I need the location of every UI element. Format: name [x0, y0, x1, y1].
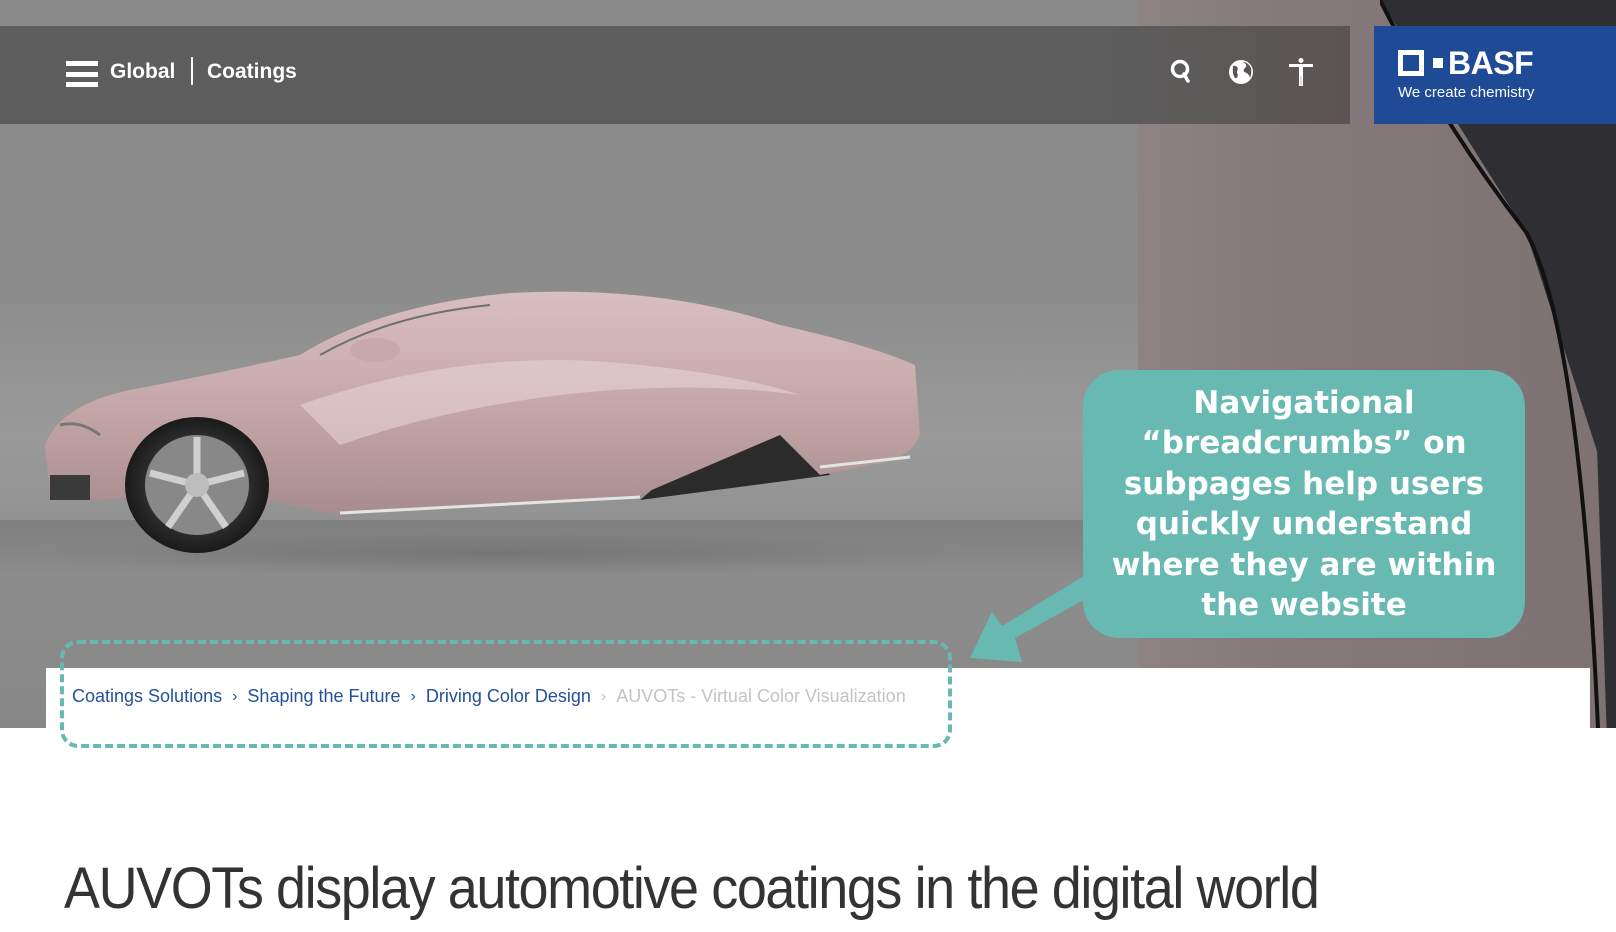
search-icon[interactable]	[1166, 56, 1198, 88]
basf-logo-dot-icon	[1433, 58, 1443, 68]
accessibility-icon[interactable]	[1285, 56, 1317, 88]
annotation-highlight-frame	[60, 640, 952, 748]
basf-tagline: We create chemistry	[1398, 84, 1535, 101]
basf-wordmark: BASF	[1448, 45, 1534, 81]
nav-global-link[interactable]: Global	[110, 60, 175, 84]
header-bar: Global Coatings	[0, 26, 1350, 124]
nav-coatings-link[interactable]: Coatings	[207, 60, 297, 84]
hamburger-menu-icon[interactable]	[66, 61, 98, 87]
nav-divider	[191, 57, 193, 85]
car-illustration	[40, 291, 960, 575]
annotation-text: Navigational “breadcrumbs” on subpages h…	[1111, 384, 1497, 624]
basf-logo-square-icon	[1398, 50, 1424, 76]
globe-icon[interactable]	[1225, 56, 1257, 88]
annotation-callout: Navigational “breadcrumbs” on subpages h…	[1083, 370, 1525, 638]
page-title: AUVOTs display automotive coatings in th…	[64, 855, 1320, 921]
basf-logo[interactable]: BASF We create chemistry	[1374, 26, 1616, 124]
